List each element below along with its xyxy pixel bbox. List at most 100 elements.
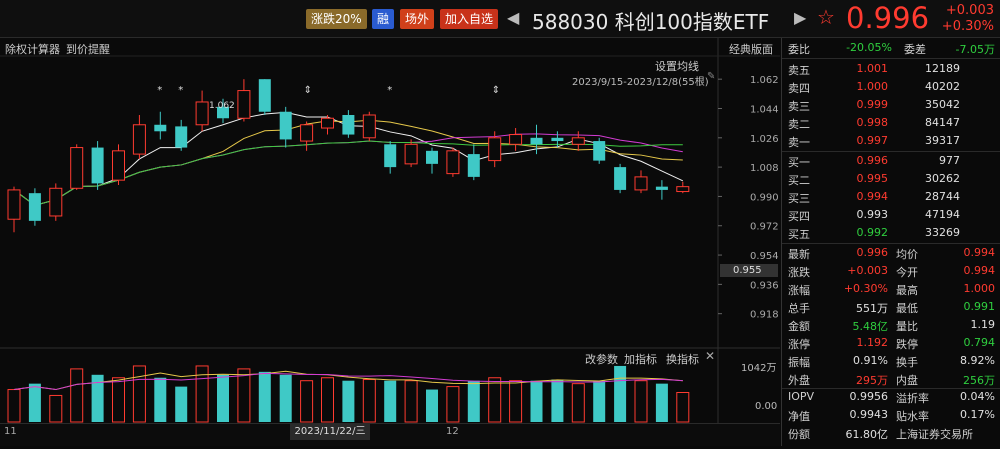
candle-body	[237, 90, 251, 119]
stat-row-cell: 1.000	[963, 282, 996, 295]
volume-bar	[28, 383, 41, 422]
stat-row-cell: 0.04%	[960, 390, 995, 403]
classic-layout-link[interactable]: 经典版面	[729, 41, 773, 57]
candle-body	[551, 137, 564, 142]
ask-row-cell: 卖一	[788, 136, 810, 149]
stat-row-cell: 换手	[896, 356, 918, 369]
stat-row-cell: 0.91%	[853, 354, 888, 367]
star-icon[interactable]: ☆	[817, 5, 835, 29]
ask-row-cell: 0.999	[856, 98, 889, 111]
y-tick-label: 0.972	[750, 222, 779, 233]
candle-body	[571, 137, 585, 145]
stat-row: IOPV 0.9956 溢折率 0.04%	[782, 388, 1000, 406]
bid-row: 买五 0.992 33269	[782, 224, 1000, 242]
candle-body	[28, 193, 41, 221]
stat-row-cell: 涨停	[788, 338, 810, 351]
webi-row-cell: 委差	[904, 43, 926, 56]
price-change: +0.003	[945, 3, 994, 18]
candle-body	[132, 124, 146, 155]
ask-row-cell: 0.997	[856, 134, 889, 147]
kline-chart-area[interactable]: * * * ⇕ ⇕ 1.062 1.044 1.026 1.008 0.990 0.972 0.95…	[0, 38, 780, 446]
stat-row-cell: 量比	[896, 320, 918, 333]
close-icon[interactable]: ✕	[705, 349, 715, 363]
stat-row-cell: 跌停	[896, 338, 918, 351]
edit-params-link[interactable]: 改参数	[585, 351, 618, 367]
candle-body	[488, 137, 502, 162]
stat-row-cell: 溢折率	[896, 392, 929, 405]
stat-row-cell: 最低	[896, 302, 918, 315]
current-price: 0.996	[846, 1, 930, 35]
ma-setting-link[interactable]: 设置均线	[655, 58, 699, 74]
otc-tag[interactable]: 场外	[400, 9, 435, 29]
volume-bar	[237, 368, 251, 423]
pin-icon[interactable]: ✎	[707, 71, 715, 82]
stat-row: 涨停 1.192 跌停 0.794	[782, 334, 1000, 352]
margin-tag[interactable]: 融	[372, 9, 395, 29]
candle-body	[112, 150, 125, 181]
bid-row: 买四 0.993 47194	[782, 206, 1000, 224]
candle-body	[426, 150, 438, 164]
volume-bar	[655, 383, 668, 422]
ask-row: 卖三 0.999 35042	[782, 96, 1000, 114]
stat-row-cell: 上海证券交易所	[896, 428, 973, 441]
bid-row-cell: 0.995	[856, 172, 889, 185]
kline-chart[interactable]: * * * ⇕ ⇕ 1.062 1.044 1.026 1.008 0.990 0.972 0.95…	[0, 38, 780, 446]
limit-tag[interactable]: 涨跌20%	[306, 9, 367, 29]
switch-indicator-link[interactable]: 换指标	[666, 351, 699, 367]
volume-bar	[488, 377, 502, 423]
volume-bar	[551, 379, 564, 422]
ask-row-cell: 39317	[925, 134, 960, 147]
webi-row-cell: 委比	[788, 43, 810, 56]
candle-body	[634, 176, 648, 191]
ask-row-cell: 卖五	[788, 64, 810, 77]
candle-body	[404, 143, 418, 165]
stat-row-cell: 内盘	[896, 374, 918, 387]
next-arrow-icon[interactable]: ▶	[794, 8, 806, 27]
stat-row: 外盘 295万 内盘 256万	[782, 370, 1000, 388]
prev-arrow-icon[interactable]: ◀	[507, 8, 519, 27]
add-indicator-link[interactable]: 加指标	[624, 351, 657, 367]
candle-body	[195, 101, 209, 126]
volume-bar	[217, 374, 229, 422]
stat-row: 振幅 0.91% 换手 8.92%	[782, 352, 1000, 370]
ask-row-cell: 卖三	[788, 100, 810, 113]
volume-bar	[279, 374, 292, 422]
candle-body	[655, 186, 668, 190]
stat-row-cell: 256万	[963, 374, 995, 387]
stat-row-cell: 今开	[896, 266, 918, 279]
candle-body	[49, 187, 63, 217]
y-tick-label: 0.954	[750, 251, 779, 262]
bid-row-cell: 47194	[925, 208, 960, 221]
stat-row-cell: 0.17%	[960, 408, 995, 421]
candle-body	[154, 124, 167, 132]
stat-row-cell: 0.994	[963, 246, 996, 259]
bid-row: 买一 0.996 977	[782, 152, 1000, 170]
candle-body	[593, 141, 606, 161]
candle-body	[91, 147, 104, 184]
stat-row-cell: 涨幅	[788, 284, 810, 297]
volume-bar	[426, 389, 438, 422]
stat-row-cell: 金额	[788, 320, 810, 333]
bid-row-cell: 0.994	[856, 190, 889, 203]
candle-body	[342, 115, 355, 135]
add-watchlist-button[interactable]: 加入自选	[440, 9, 499, 29]
event-marker: ⇕	[304, 85, 312, 96]
volume-bar	[49, 394, 63, 423]
stat-row-cell: 8.92%	[960, 354, 995, 367]
y-tick-label: 1.062	[750, 75, 779, 86]
candle-body	[300, 124, 314, 142]
volume-bar	[175, 386, 188, 422]
volume-bar	[404, 380, 418, 423]
volume-bar	[300, 380, 314, 423]
stat-row-cell: 61.80亿	[845, 428, 889, 441]
x-label-cursor-date: 2023/11/22/三	[290, 423, 370, 440]
price-alert-link[interactable]: 到价提醒	[66, 41, 110, 57]
volume-bar	[154, 377, 167, 422]
stat-row: 份额 61.80亿 上海证券交易所	[782, 424, 1000, 442]
ask-row-cell: 0.998	[856, 116, 889, 129]
candle-body	[614, 167, 627, 190]
ex-rights-calculator-link[interactable]: 除权计算器	[5, 41, 60, 57]
stat-row-cell: 贴水率	[896, 410, 929, 423]
stat-row-cell: 1.192	[856, 336, 889, 349]
ask-row: 卖四 1.000 40202	[782, 78, 1000, 96]
